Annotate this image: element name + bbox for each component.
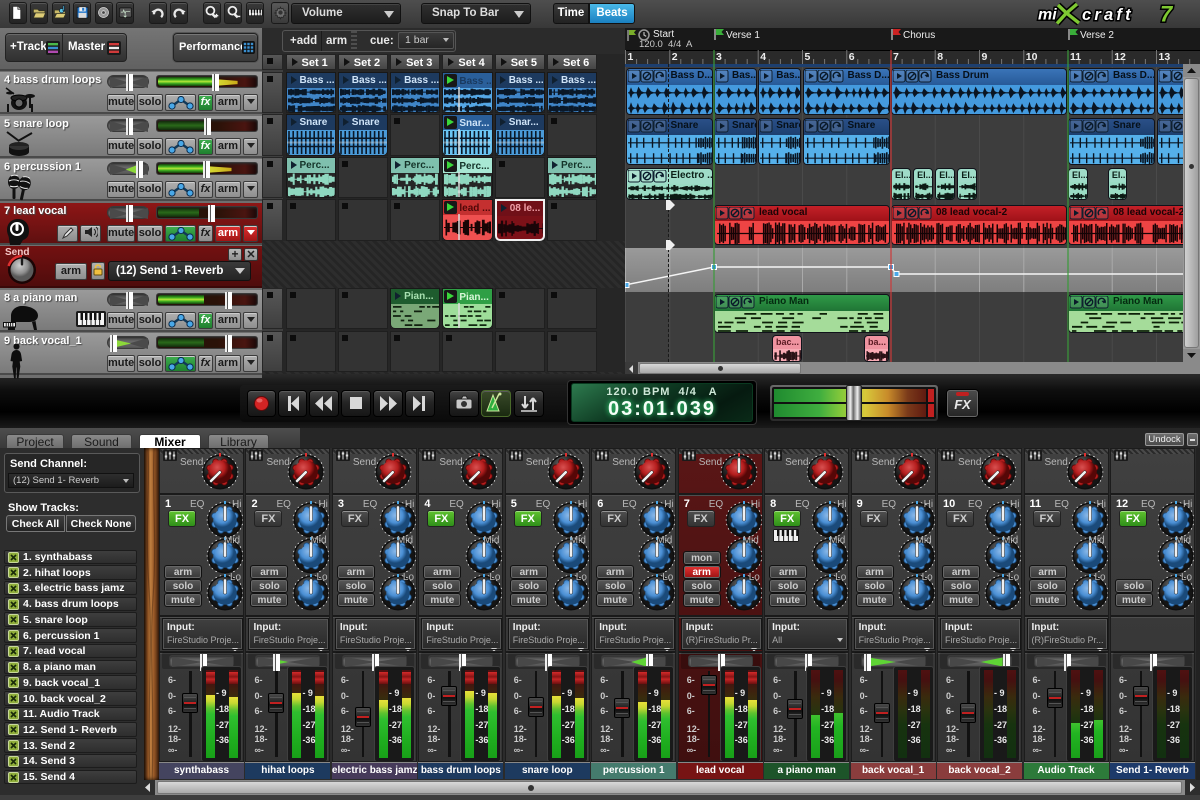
svg-text:craft: craft: [1082, 6, 1134, 24]
svg-text:mi: mi: [1038, 7, 1057, 24]
svg-text:7: 7: [1160, 2, 1174, 27]
